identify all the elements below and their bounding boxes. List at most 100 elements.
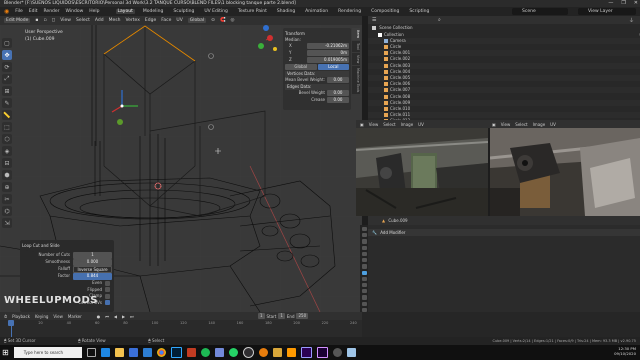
tool-poly-build[interactable]: ⬢ xyxy=(2,170,12,180)
global-button[interactable]: Global xyxy=(285,64,317,70)
tool-cursor[interactable]: ✥ xyxy=(2,50,12,60)
editor-type-icon[interactable]: ▣ xyxy=(360,122,364,127)
spotify-icon[interactable] xyxy=(200,348,210,357)
outliner-display-mode-icon[interactable]: ☰ xyxy=(372,17,376,23)
tab-layout[interactable]: Layout xyxy=(115,9,135,14)
crease-field[interactable]: 0.00 xyxy=(327,97,349,103)
mean-bevel-weight-field[interactable]: 0.00 xyxy=(327,77,349,83)
local-button[interactable]: Local xyxy=(317,64,349,70)
tab-output-icon[interactable] xyxy=(361,239,367,244)
close-icon[interactable]: ✕ xyxy=(634,0,638,7)
menu-edit[interactable]: Edit xyxy=(29,9,38,14)
tab-constraints-icon[interactable] xyxy=(361,289,367,294)
view-layer-selector[interactable]: View Layer xyxy=(578,8,636,15)
factor-slider[interactable]: 0.844 xyxy=(73,273,112,280)
record-icon[interactable]: ● xyxy=(97,314,101,319)
image-menu-select[interactable]: Select xyxy=(383,122,395,127)
tab-view-layer-icon[interactable] xyxy=(361,245,367,250)
operator-title[interactable]: Loop Cut and Slide xyxy=(22,242,112,249)
median-z-field[interactable]: 0.019005m xyxy=(307,57,349,63)
menu-file[interactable]: File xyxy=(15,9,23,14)
taskbar-clock[interactable]: 12:30 PM 09/10/2020 xyxy=(614,346,636,356)
tool-knife[interactable]: ✂ xyxy=(2,194,12,204)
tool-bevel[interactable]: ◈ xyxy=(2,146,12,156)
mail-icon[interactable] xyxy=(142,348,152,357)
jump-end-icon[interactable]: ⏭ xyxy=(130,314,134,319)
image-menu-uv[interactable]: UV xyxy=(550,122,556,127)
maximize-icon[interactable]: ❐ xyxy=(621,0,625,7)
menu-render[interactable]: Render xyxy=(44,9,60,14)
image-menu-select[interactable]: Select xyxy=(515,122,527,127)
after-effects-icon[interactable] xyxy=(316,347,328,358)
menu-add[interactable]: Add xyxy=(95,18,104,23)
photoshop-icon[interactable] xyxy=(170,347,182,358)
window-controls[interactable]: — ❐ ✕ xyxy=(608,0,638,7)
outliner[interactable]: Scene Collection Collection👁Camera👁Circl… xyxy=(368,16,640,120)
illustrator-icon[interactable] xyxy=(286,348,296,357)
task-view-icon[interactable] xyxy=(86,348,96,357)
tab-uv-editing[interactable]: UV Editing xyxy=(202,9,229,14)
transform-header[interactable]: Transform xyxy=(285,30,349,37)
face-select-icon[interactable]: ◻ xyxy=(52,18,56,23)
folder-icon[interactable] xyxy=(272,348,282,357)
scene-selector[interactable]: Scene xyxy=(512,8,568,15)
play-icon[interactable]: ▶ xyxy=(122,314,125,319)
bevel-weight-field[interactable]: 0.00 xyxy=(327,90,349,96)
image-menu-view[interactable]: View xyxy=(369,122,379,127)
whatsapp-icon[interactable] xyxy=(228,348,238,357)
discord-icon[interactable] xyxy=(214,348,224,357)
tab-render-icon[interactable] xyxy=(361,233,367,238)
minimize-icon[interactable]: — xyxy=(608,0,613,7)
timeline-body[interactable]: 020406080100120140160180200220240 xyxy=(0,320,362,337)
jump-start-icon[interactable]: ⏮ xyxy=(105,314,109,319)
tool-move[interactable]: ⟳ xyxy=(2,62,12,72)
store-icon[interactable] xyxy=(128,348,138,357)
current-frame-field[interactable]: 1 xyxy=(258,313,265,319)
tab-animation[interactable]: Animation xyxy=(303,9,330,14)
editor-type-icon[interactable]: ▣ xyxy=(492,122,496,127)
image-menu-view[interactable]: View xyxy=(501,122,511,127)
tab-shading[interactable]: Shading xyxy=(275,9,297,14)
menu-uv[interactable]: UV xyxy=(176,18,182,23)
scene-collection-row[interactable]: Scene Collection xyxy=(368,25,640,31)
tab-rendering[interactable]: Rendering xyxy=(336,9,363,14)
tab-tool-icon[interactable] xyxy=(361,227,367,232)
tab-tool[interactable]: Tool xyxy=(352,40,360,52)
proportional-edit-icon[interactable]: ◎ xyxy=(231,18,235,23)
image-menu-image[interactable]: Image xyxy=(401,122,414,127)
menu-window[interactable]: Window xyxy=(66,9,84,14)
blender-taskbar-icon[interactable] xyxy=(258,348,268,357)
chrome-icon[interactable] xyxy=(156,348,166,357)
tab-modeling[interactable]: Modeling xyxy=(141,9,165,14)
menu-edge[interactable]: Edge xyxy=(145,18,156,23)
obs-icon[interactable] xyxy=(242,347,254,358)
tool-scale[interactable]: ⊞ xyxy=(2,86,12,96)
clamp-checkbox[interactable] xyxy=(105,293,110,299)
tab-world-icon[interactable] xyxy=(361,258,367,263)
tool-rotate[interactable]: ⤢ xyxy=(2,74,12,84)
tool-spin[interactable]: ⊕ xyxy=(2,182,12,192)
snap-icon[interactable]: 🧲 xyxy=(220,18,226,23)
add-modifier-button[interactable]: 🔧 Add Modifier xyxy=(368,229,640,236)
median-x-field[interactable]: -0.21062m xyxy=(307,43,349,49)
menu-help[interactable]: Help xyxy=(89,9,99,14)
tab-particles-icon[interactable] xyxy=(361,276,367,281)
tab-item[interactable]: Item xyxy=(352,28,360,40)
edge-browser-icon[interactable] xyxy=(100,348,110,357)
correct-uvs-checkbox[interactable] xyxy=(105,300,110,306)
blender-logo-icon[interactable]: ◉ xyxy=(4,8,9,15)
substance-icon[interactable] xyxy=(186,348,196,357)
settings-icon[interactable] xyxy=(332,348,342,357)
menu-mesh[interactable]: Mesh xyxy=(109,18,121,23)
tab-physics-icon[interactable] xyxy=(361,282,367,288)
tab-compositing[interactable]: Compositing xyxy=(369,9,401,14)
timeline-keying-menu[interactable]: Keying xyxy=(35,314,48,319)
tab-modifier-icon[interactable] xyxy=(361,270,367,275)
timeline-playback-menu[interactable]: Playback xyxy=(12,314,30,319)
timeline-editor-icon[interactable]: ⏱ xyxy=(4,314,7,319)
outliner-filter-icon[interactable]: ⏚ xyxy=(629,17,634,24)
flipped-checkbox[interactable] xyxy=(105,287,110,293)
file-explorer-icon[interactable] xyxy=(114,348,124,357)
tab-scripting[interactable]: Scripting xyxy=(407,9,431,14)
premiere-icon[interactable] xyxy=(300,347,312,358)
